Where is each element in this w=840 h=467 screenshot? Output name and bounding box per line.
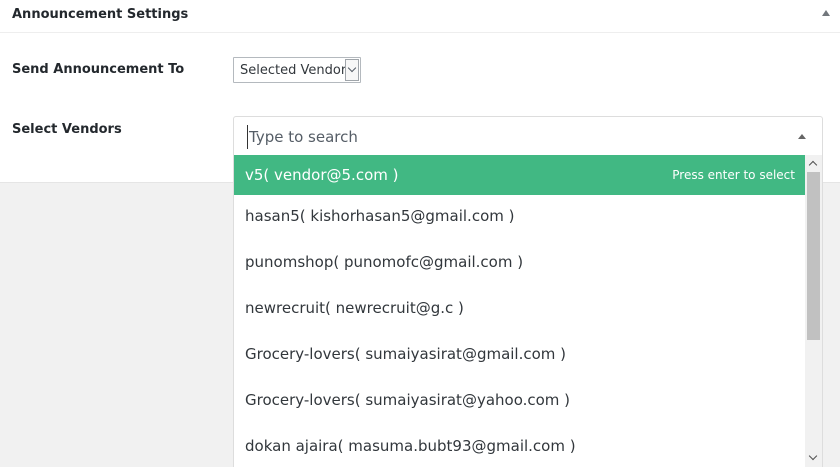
scroll-thumb[interactable] (807, 172, 820, 340)
vendor-option-label: newrecruit( newrecruit@g.c ) (245, 299, 464, 317)
vendor-option[interactable]: Grocery-lovers( sumaiyasirat@gmail.com ) (234, 333, 806, 379)
vendor-multiselect[interactable] (233, 116, 823, 156)
chevron-down-icon (347, 63, 357, 73)
send-to-label: Send Announcement To (12, 62, 185, 77)
vendor-option[interactable]: Grocery-lovers( sumaiyasirat@yahoo.com ) (234, 379, 806, 425)
vendor-option[interactable]: hasan5( kishorhasan5@gmail.com ) (234, 195, 806, 241)
enter-hint: Press enter to select (672, 168, 795, 182)
vendor-option[interactable]: newrecruit( newrecruit@g.c ) (234, 287, 806, 333)
scroll-up-arrow-icon[interactable] (805, 155, 822, 172)
options-scrollbar[interactable] (805, 155, 822, 467)
vendor-option-label: hasan5( kishorhasan5@gmail.com ) (245, 207, 515, 225)
vendor-option[interactable]: dokan ajaira( masuma.bubt93@gmail.com ) (234, 425, 806, 467)
caret-up-icon[interactable] (798, 134, 806, 139)
panel-title: Announcement Settings (12, 7, 189, 22)
vendor-option-label: punomshop( punomofc@gmail.com ) (245, 253, 524, 271)
panel-header[interactable]: Announcement Settings (0, 0, 840, 33)
vendor-option-label: Grocery-lovers( sumaiyasirat@gmail.com ) (245, 345, 567, 363)
vendor-option-label: dokan ajaira( masuma.bubt93@gmail.com ) (245, 437, 576, 455)
collapse-toggle-icon[interactable] (822, 10, 830, 16)
vendor-option[interactable]: punomshop( punomofc@gmail.com ) (234, 241, 806, 287)
send-to-select[interactable]: Selected Vendor (233, 57, 361, 83)
vendor-option-label: v5( vendor@5.com ) (245, 166, 399, 184)
vendor-option-label: Grocery-lovers( sumaiyasirat@yahoo.com ) (245, 391, 571, 409)
vendor-options-list: v5( vendor@5.com ) Press enter to select… (233, 155, 823, 467)
vendor-search-input[interactable] (247, 125, 787, 149)
select-vendors-label: Select Vendors (12, 122, 122, 137)
scroll-down-arrow-icon[interactable] (805, 450, 822, 467)
send-to-selected-value: Selected Vendor (240, 63, 347, 78)
vendor-option[interactable]: v5( vendor@5.com ) Press enter to select (234, 155, 806, 195)
select-arrow-button[interactable] (345, 59, 359, 81)
